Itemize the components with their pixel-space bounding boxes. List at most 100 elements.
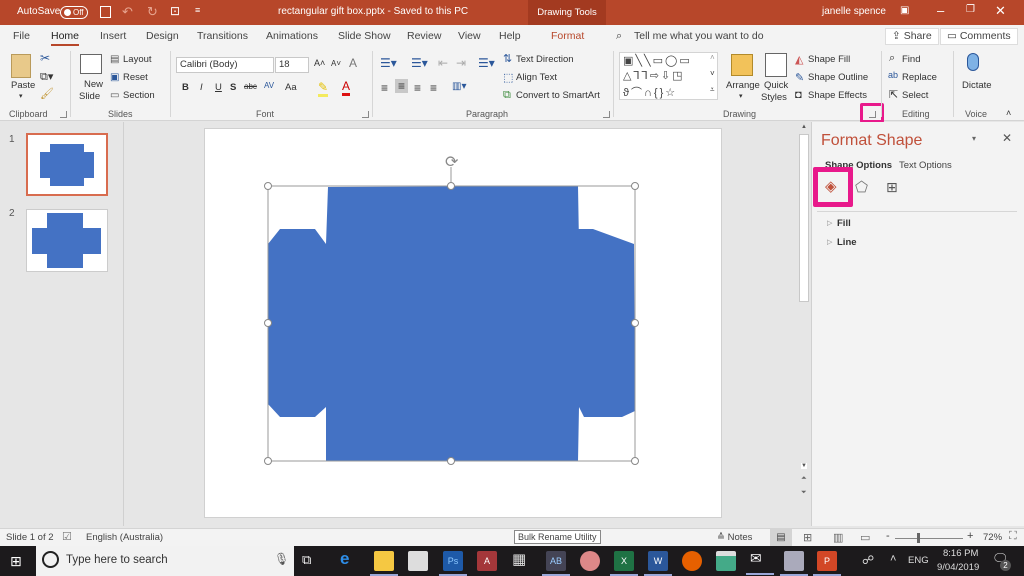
justify-icon[interactable]: ≡ (430, 81, 437, 95)
taskbar-search-box[interactable]: Type here to search 🎙 (36, 546, 294, 576)
zoom-level[interactable]: 72% (983, 532, 1002, 543)
line-spacing-icon[interactable]: ☰▾ (478, 56, 495, 70)
expand-line-icon[interactable]: ▷ (827, 238, 832, 246)
edge-icon[interactable]: e (340, 549, 360, 569)
format-painter-icon[interactable]: 🖌 (40, 87, 54, 100)
paste-dropdown-icon[interactable]: ▾ (19, 92, 23, 100)
scroll-up-icon[interactable]: ▲ (801, 124, 807, 130)
calculator-icon[interactable]: ▦ (512, 550, 532, 570)
char-spacing-button[interactable]: AV (264, 81, 274, 90)
size-properties-icon[interactable]: ⊞ (886, 179, 898, 196)
shapes-gallery[interactable]: ▣╲╲▭◯▭ △⅂⅂⇨⇩◳ ϑ⌒∩{}☆ (619, 52, 718, 100)
undo-icon[interactable]: ↶ (122, 4, 133, 20)
tab-home[interactable]: Home (51, 30, 80, 46)
bulk-rename-icon[interactable]: AB (542, 551, 570, 576)
slide-thumbnail-2[interactable] (26, 209, 108, 272)
zoom-out-button[interactable]: - (886, 530, 890, 542)
mail-icon[interactable]: ✉ (746, 550, 774, 575)
tab-transitions[interactable]: Transitions (197, 30, 248, 42)
columns-icon[interactable]: ▥▾ (452, 81, 466, 92)
minimize-icon[interactable]: – (937, 3, 944, 18)
pane-close-icon[interactable]: ✕ (1002, 131, 1012, 145)
tab-design[interactable]: Design (146, 30, 179, 42)
tell-me-input[interactable]: Tell me what you want to do (634, 30, 764, 42)
text-direction-button[interactable]: Text Direction (516, 54, 574, 65)
italic-button[interactable]: I (200, 82, 203, 93)
align-left-icon[interactable]: ≡ (381, 81, 388, 95)
tab-file[interactable]: File (13, 30, 30, 42)
shape-effects-button[interactable]: Shape Effects (808, 90, 867, 101)
share-button[interactable]: ⇪ Share (885, 28, 939, 45)
tab-view[interactable]: View (458, 30, 481, 42)
new-slide-icon[interactable] (80, 54, 102, 74)
strikethrough-button[interactable]: abc (244, 82, 257, 91)
shape-fill-button[interactable]: Shape Fill (808, 54, 850, 65)
snipping-tool-icon[interactable] (580, 551, 600, 571)
bullets-icon[interactable]: ☰▾ (380, 56, 397, 70)
shapes-row-3[interactable]: ϑ⌒∩{}☆ (623, 84, 677, 100)
highlight-color-icon[interactable]: ✎ (318, 80, 329, 97)
section-button[interactable]: Section (123, 90, 155, 101)
align-right-icon[interactable]: ≡ (414, 81, 421, 95)
input-language[interactable]: ENG (908, 555, 929, 566)
slide-thumbnail-1[interactable] (26, 133, 108, 196)
font-name-combo[interactable]: Calibri (Body) (176, 57, 274, 73)
user-name[interactable]: janelle spence (822, 6, 886, 17)
tab-insert[interactable]: Insert (100, 30, 126, 42)
present-icon[interactable]: ⊡ (170, 4, 180, 18)
customize-qat-icon[interactable]: ≡ (195, 5, 200, 15)
copy-icon[interactable]: ⧉▾ (40, 70, 53, 84)
spell-check-icon[interactable]: ☑ (62, 530, 72, 543)
layout-button[interactable]: Layout (123, 54, 152, 65)
tab-slide-show[interactable]: Slide Show (338, 30, 391, 42)
firefox-icon[interactable] (682, 551, 702, 571)
resize-handle[interactable] (447, 457, 455, 465)
tab-text-options[interactable]: Text Options (899, 160, 952, 171)
normal-view-icon[interactable]: ▤ (770, 529, 792, 546)
replace-button[interactable]: Replace (902, 72, 937, 83)
paragraph-launcher-icon[interactable] (603, 111, 610, 118)
find-button[interactable]: Find (902, 54, 920, 65)
tab-format[interactable]: Format (551, 30, 584, 42)
microphone-icon[interactable] (967, 53, 979, 71)
access-icon[interactable]: A (477, 551, 497, 571)
clipboard-launcher-icon[interactable] (60, 111, 67, 118)
rotate-handle-icon[interactable]: ⟳ (445, 154, 459, 171)
task-view-icon[interactable]: ⧉ (302, 552, 322, 572)
resize-handle[interactable] (631, 182, 639, 190)
quick-styles-button[interactable]: Styles (761, 92, 787, 103)
excel-icon[interactable]: X (610, 551, 638, 576)
photoshop-icon[interactable]: Ps (439, 551, 467, 576)
microphone-icon[interactable]: 🎙 (274, 552, 289, 566)
gift-box-shape[interactable]: ⟳ (205, 129, 723, 519)
font-size-combo[interactable]: 18 (275, 57, 309, 73)
slide-canvas[interactable]: ⟳ (204, 128, 722, 518)
paste-button[interactable]: Paste (11, 80, 35, 91)
ribbon-display-options-icon[interactable]: ▣ (900, 5, 909, 16)
zoom-slider-track[interactable] (895, 538, 963, 539)
file-explorer-icon[interactable] (370, 551, 398, 576)
clock-date[interactable]: 9/04/2019 (937, 562, 979, 573)
windows-start-icon[interactable]: ⊞ (10, 553, 22, 570)
clock-time[interactable]: 8:16 PM (943, 548, 978, 559)
quick-styles-icon[interactable] (765, 53, 787, 77)
fill-line-icon[interactable]: ◈ (825, 177, 837, 195)
resize-handle[interactable] (264, 457, 272, 465)
people-icon[interactable]: ☍ (862, 553, 874, 567)
slideshow-view-icon[interactable]: ▭ (860, 531, 870, 544)
shrink-font-icon[interactable]: A˅ (331, 59, 341, 68)
language-status[interactable]: English (Australia) (86, 532, 163, 543)
cut-icon[interactable]: ✂ (40, 51, 50, 65)
zoom-in-button[interactable]: + (967, 530, 973, 542)
redo-icon[interactable]: ↻ (147, 4, 158, 20)
gallery-more-icon[interactable]: ⩡ (710, 85, 715, 95)
gift-box-fill[interactable] (268, 186, 635, 461)
quick-styles-label-1[interactable]: Quick (764, 80, 788, 91)
section-line[interactable]: Line (837, 237, 857, 248)
zoom-slider-thumb[interactable] (917, 533, 920, 543)
arrange-dropdown-icon[interactable]: ▾ (739, 92, 743, 100)
shapes-row-1[interactable]: ▣╲╲▭◯▭ (623, 54, 692, 67)
arrange-icon[interactable] (731, 54, 753, 76)
fit-slide-icon[interactable]: ⛶ (1009, 530, 1017, 543)
change-case-button[interactable]: Aa (285, 82, 297, 93)
